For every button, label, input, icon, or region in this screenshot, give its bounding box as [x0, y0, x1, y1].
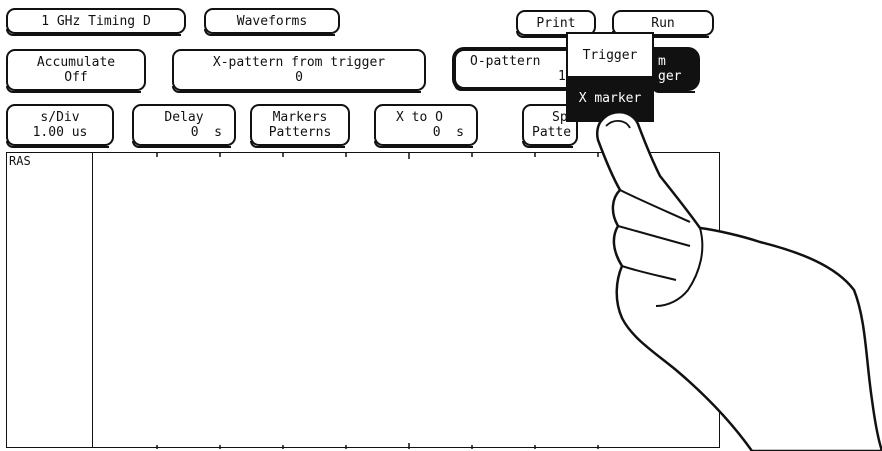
pointing-hand-icon [595, 111, 882, 451]
